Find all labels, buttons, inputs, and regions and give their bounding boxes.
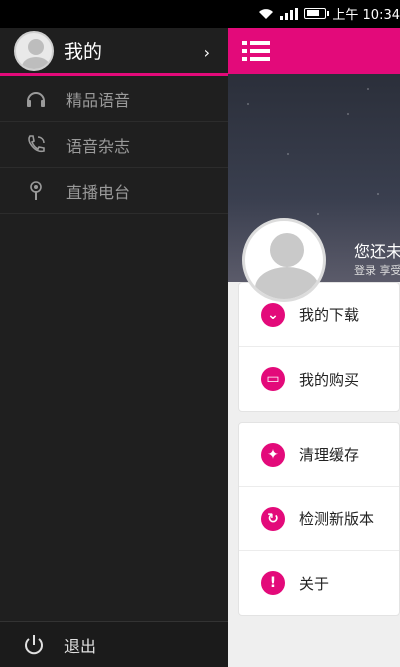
profile-avatar[interactable] (242, 218, 326, 302)
row-label: 清理缓存 (299, 446, 360, 464)
menu-icon[interactable] (242, 40, 270, 62)
row-label: 检测新版本 (299, 510, 375, 528)
main-content: 您还未 登录 享受 ⌄ 我的下载 ▭ 我的购买 ✦ 清理缓存 ↻ 检测新版本 !… (228, 28, 400, 667)
update-icon: ↻ (261, 506, 285, 531)
radio-tower-icon (30, 180, 42, 200)
signal-icon (280, 7, 299, 20)
menu-cards: ⌄ 我的下载 ▭ 我的购买 ✦ 清理缓存 ↻ 检测新版本 ! 关于 (228, 282, 400, 626)
status-bar: 上午 10:34 (0, 0, 400, 28)
drawer-item-label: 直播电台 (66, 182, 131, 202)
row-clear-cache[interactable]: ✦ 清理缓存 (239, 423, 399, 487)
wifi-icon (259, 8, 274, 19)
row-label: 我的购买 (299, 370, 360, 389)
card-group-settings: ✦ 清理缓存 ↻ 检测新版本 ! 关于 (238, 422, 400, 616)
headphones-icon (27, 91, 45, 107)
row-check-update[interactable]: ↻ 检测新版本 (239, 487, 399, 551)
row-label: 我的下载 (299, 306, 360, 324)
chevron-right-icon: › (203, 43, 210, 62)
drawer-menu: 精品语音 语音杂志 直播电台 (0, 76, 228, 214)
drawer-item-premium-audio[interactable]: 精品语音 (0, 76, 228, 122)
navigation-drawer: 我的 › 精品语音 语音杂志 直播电台 退出 (0, 28, 228, 667)
hero-login-prompt[interactable]: 您还未 (354, 238, 400, 262)
row-about[interactable]: ! 关于 (239, 551, 399, 615)
clean-icon: ✦ (261, 442, 285, 467)
row-label: 关于 (299, 574, 330, 593)
drawer-item-live-radio[interactable]: 直播电台 (0, 168, 228, 214)
drawer-item-label: 精品语音 (66, 90, 131, 110)
card-group-user: ⌄ 我的下载 ▭ 我的购买 (238, 282, 400, 412)
status-time: 上午 10:34 (332, 8, 400, 23)
drawer-profile-header[interactable]: 我的 › (0, 28, 228, 76)
download-icon: ⌄ (261, 302, 285, 327)
info-icon: ! (261, 571, 285, 595)
logout-label: 退出 (64, 636, 97, 656)
drawer-item-audio-magazine[interactable]: 语音杂志 (0, 122, 228, 168)
drawer-item-label: 语音杂志 (66, 136, 131, 156)
phone-icon (28, 134, 45, 152)
power-icon (25, 634, 43, 654)
purchase-icon: ▭ (261, 367, 285, 391)
avatar (14, 30, 54, 71)
row-my-purchases[interactable]: ▭ 我的购买 (239, 347, 399, 411)
drawer-title: 我的 (64, 41, 103, 63)
battery-icon (304, 8, 330, 19)
hero-subtitle: 登录 享受 (354, 264, 400, 277)
logout-button[interactable]: 退出 (0, 621, 228, 667)
toolbar (228, 28, 400, 74)
status-icons: 上午 10:34 (258, 4, 400, 23)
